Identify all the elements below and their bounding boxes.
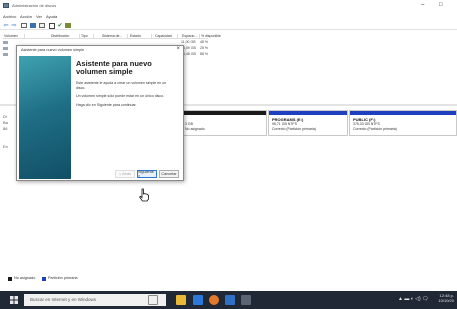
primary-partition-bar: [350, 111, 456, 115]
col-tipo[interactable]: Tipo: [80, 34, 94, 39]
hand-cursor-icon: [139, 188, 149, 202]
volume-icon: [3, 53, 8, 56]
browser-icon[interactable]: [209, 295, 219, 305]
dialog-footer: < Atrás Siguiente > Cancelar: [72, 170, 182, 180]
partition-programs[interactable]: PROGRAMS (E:) 96,71 GB NTFS Correcto (Pa…: [268, 110, 348, 136]
partition-status: Correcto (Partición primaria): [353, 127, 397, 131]
col-espacio[interactable]: Espacio ...: [181, 34, 200, 39]
primary-swatch: [42, 277, 46, 281]
clock-date: 10/10/20: [438, 298, 454, 303]
taskbar: Buscar en Internet y en Windows ▲ ▬ ◐ ◁)…: [0, 291, 457, 309]
disk-label: Ba: [3, 120, 8, 125]
volume-icon: [3, 47, 8, 50]
new-simple-volume-wizard: Asistente para nuevo volumen simple × As…: [16, 45, 184, 181]
col-sistema[interactable]: Sistema de...: [101, 34, 128, 39]
help-icon[interactable]: [29, 22, 37, 29]
volume-table-header: Volumen Distribución Tipo Sistema de... …: [3, 33, 221, 39]
disk-label: En: [3, 144, 8, 149]
back-button[interactable]: < Atrás: [115, 170, 135, 178]
primary-partition-bar: [269, 111, 347, 115]
close-icon[interactable]: ×: [176, 46, 180, 52]
next-button[interactable]: Siguiente >: [137, 170, 157, 178]
menu-archivo[interactable]: Archivo: [3, 14, 16, 19]
wizard-note: Un volumen simple sólo puede estar en un…: [76, 94, 165, 98]
col-volumen[interactable]: Volumen: [3, 34, 25, 39]
wizard-banner-image: [19, 56, 71, 179]
unallocated-swatch: [8, 277, 12, 281]
free-percent: 88 %: [200, 52, 208, 56]
toolbar: ⇦ ⇨ ✔: [0, 21, 457, 30]
volume-icon: [3, 41, 8, 44]
disk-management-taskbar-icon[interactable]: [241, 295, 251, 305]
forward-arrow-icon[interactable]: ⇨: [10, 22, 18, 29]
list-view-icon[interactable]: [48, 22, 56, 29]
menu-ver[interactable]: Ver: [36, 14, 42, 19]
task-view-icon[interactable]: [148, 295, 158, 305]
system-tray[interactable]: ▲ ▬ ◐ ◁) 🗨: [398, 296, 428, 302]
legend-label: Partición primaria: [48, 276, 78, 280]
partition-status: Correcto (Partición primaria): [272, 127, 316, 131]
col-distribucion[interactable]: Distribución: [50, 34, 80, 39]
unallocated-label: No asignado: [185, 127, 205, 131]
free-percent: 25 %: [200, 46, 208, 50]
store-icon[interactable]: [193, 295, 203, 305]
wizard-heading: Asistente para nuevo volumen simple: [76, 59, 152, 76]
unallocated-size: 3 GB: [185, 122, 193, 126]
app-icon[interactable]: [225, 295, 235, 305]
file-explorer-icon[interactable]: [176, 295, 186, 305]
partition-size: 96,71 GB NTFS: [272, 122, 297, 126]
search-placeholder: Buscar en Internet y en Windows: [30, 297, 97, 302]
dialog-title: Asistente para nuevo volumen simple: [21, 48, 85, 52]
check-icon[interactable]: ✔: [56, 22, 64, 29]
partition-public[interactable]: PUBLIC (F:) 375,33 GB NTFS Correcto (Par…: [349, 110, 457, 136]
col-estado[interactable]: Estado: [129, 34, 152, 39]
maximize-button[interactable]: □: [439, 2, 443, 8]
wizard-description: Este asistente le ayuda a crear un volum…: [76, 81, 167, 90]
free-percent: 48 %: [200, 40, 208, 44]
window-title: Administración de discos: [12, 3, 57, 8]
cancel-button[interactable]: Cancelar: [159, 170, 179, 178]
wizard-instruction: Haga clic en Siguiente para continuar.: [76, 103, 137, 107]
console-tree-icon[interactable]: [20, 22, 28, 29]
windows-start-icon[interactable]: [10, 296, 18, 304]
clock[interactable]: 12:48 p. 10/10/20: [438, 293, 454, 303]
legend-label: No asignado: [14, 276, 36, 280]
title-bar: Administración de discos – □: [0, 0, 457, 12]
properties-icon[interactable]: [38, 22, 46, 29]
menu-accion[interactable]: Acción: [20, 14, 32, 19]
disk-label: Di: [3, 114, 7, 119]
disk-management-icon: [3, 3, 9, 8]
disk-label: 86: [3, 126, 8, 131]
minimize-button[interactable]: –: [421, 2, 424, 8]
back-arrow-icon[interactable]: ⇦: [2, 22, 10, 29]
menu-bar: Archivo Acción Ver Ayuda: [0, 12, 457, 20]
taskbar-search-box[interactable]: Buscar en Internet y en Windows: [24, 294, 166, 306]
col-capacidad[interactable]: Capacidad: [154, 34, 178, 39]
col-porcentaje[interactable]: % disponible: [200, 34, 230, 39]
menu-ayuda[interactable]: Ayuda: [46, 14, 57, 19]
graph-view-icon[interactable]: [64, 22, 72, 29]
free-space: 11,00 GB: [181, 40, 196, 44]
partition-size: 375,33 GB NTFS: [353, 122, 380, 126]
